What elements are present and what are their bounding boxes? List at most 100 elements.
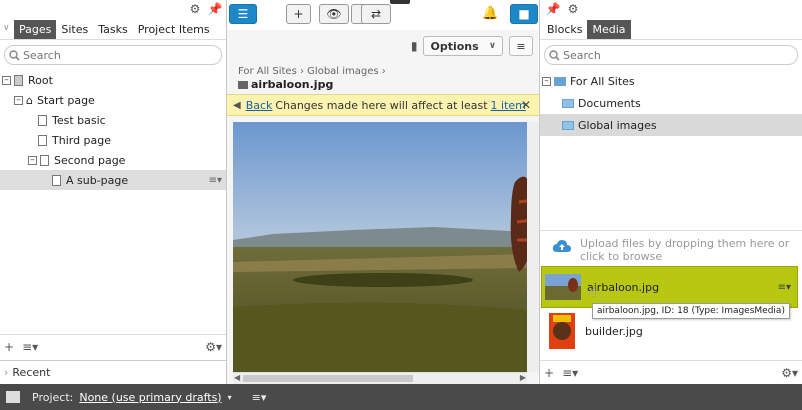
assets-pane-toggle-icon[interactable]: ■ [510, 4, 538, 24]
toolbar-notch [390, 0, 410, 4]
collapse-icon[interactable]: – [14, 95, 23, 105]
breadcrumb-item[interactable]: Global images [307, 66, 378, 77]
folder-documents[interactable]: Documents [540, 92, 802, 114]
folder-icon [562, 98, 574, 108]
folder-label: For All Sites [570, 74, 635, 88]
project-selector[interactable]: None (use primary drafts) [79, 391, 221, 404]
chevron-down-icon[interactable]: ∨ [3, 23, 10, 33]
folder-label: Documents [578, 96, 641, 110]
cloud-upload-icon [552, 240, 571, 252]
tab-tasks[interactable]: Tasks [93, 20, 132, 39]
collapse-icon[interactable]: – [542, 76, 551, 86]
page-icon [38, 114, 47, 126]
pin-icon[interactable]: 📌 [544, 0, 562, 18]
comment-icon[interactable]: ▮ [411, 39, 418, 53]
scroll-left-icon[interactable]: ◀ [234, 373, 240, 382]
tree-item-a-sub-page[interactable]: A sub-page ≡▾ [0, 170, 226, 190]
close-icon[interactable]: ✕ [521, 98, 531, 112]
tab-project-items[interactable]: Project Items [133, 20, 215, 39]
search-icon [549, 49, 560, 61]
breadcrumb-separator: › [381, 66, 386, 77]
tree-item-label: Second page [54, 153, 126, 167]
right-pane-toolbar: 📌 ⚙ [540, 0, 802, 18]
notice-text: Changes made here will affect at least [275, 98, 488, 112]
scroll-right-icon[interactable]: ▶ [520, 373, 526, 382]
gear-icon[interactable]: ⚙ [186, 0, 204, 18]
context-menu-icon[interactable]: ≡▾ [209, 175, 222, 186]
builder-thumbnail [549, 313, 575, 349]
tree-item-label: Third page [52, 133, 112, 147]
tree-item-label: Test basic [52, 113, 106, 127]
left-pane-toolbar: ⚙ 📌 [0, 0, 226, 18]
navigation-pane-toggle-icon[interactable]: ☰ [229, 4, 257, 24]
shared-content-notice: ◀ Back Changes made here will affect at … [227, 94, 539, 116]
tree-item-start-page[interactable]: – ⌂ Start page [0, 90, 226, 110]
folder-label: Global images [578, 118, 657, 132]
settings-gear-icon[interactable]: ⚙▾ [781, 366, 798, 380]
folder-global-images[interactable]: Global images [540, 114, 802, 136]
tab-media[interactable]: Media [587, 20, 631, 39]
horizontal-scrollbar[interactable]: ◀ ▶ [233, 372, 527, 384]
notification-bell-icon[interactable]: 🔔 [482, 6, 498, 21]
tree-item-second-page[interactable]: – Second page [0, 150, 226, 170]
recent-gadget[interactable]: › Recent [0, 360, 226, 384]
project-menu-icon[interactable]: ≡▾ [252, 391, 267, 404]
gear-icon[interactable]: ⚙ [564, 0, 582, 18]
media-item-airbaloon[interactable]: airbaloon.jpg ≡▾ [541, 266, 798, 308]
folder-icon [562, 120, 574, 130]
upload-dropzone[interactable]: Upload files by dropping them here or cl… [540, 230, 802, 266]
tab-blocks[interactable]: Blocks [542, 20, 587, 39]
tab-sites[interactable]: Sites [56, 20, 93, 39]
content-actions: ▮ Options ∨ ≡ [411, 36, 533, 56]
media-item-builder[interactable]: builder.jpg [541, 310, 798, 352]
collapse-icon[interactable]: – [28, 155, 37, 165]
folder-icon [554, 76, 566, 86]
context-menu-icon[interactable]: ≡▾ [778, 282, 791, 293]
preview-eye-icon[interactable]: 👁 [319, 4, 349, 24]
tree-item-label: A sub-page [66, 173, 129, 187]
list-view-icon[interactable]: ≡ [509, 36, 533, 56]
recent-label: Recent [12, 366, 51, 379]
media-item-name: builder.jpg [585, 324, 643, 338]
assets-pane: 📌 ⚙ Blocks Media – For All Sites Documen… [540, 0, 802, 384]
add-icon[interactable]: + [286, 4, 311, 24]
back-link[interactable]: Back [246, 99, 273, 112]
content-title-text: airbaloon.jpg [251, 78, 334, 91]
horizontal-scroll-thumb[interactable] [243, 375, 413, 382]
page-icon [52, 174, 61, 186]
content-title: airbaloon.jpg [238, 78, 333, 91]
media-search-input[interactable] [563, 48, 743, 62]
add-icon[interactable]: + [4, 340, 14, 354]
options-button[interactable]: Options ∨ [423, 36, 503, 56]
tree-item-test-basic[interactable]: Test basic [0, 110, 226, 130]
chevron-down-icon[interactable]: ▾ [228, 393, 232, 402]
collapse-icon[interactable]: – [2, 75, 11, 85]
media-search-box [544, 45, 798, 65]
project-label: Project: [32, 390, 74, 404]
add-icon[interactable]: + [544, 366, 554, 380]
breadcrumb-item[interactable]: For All Sites [238, 66, 297, 77]
arrow-left-icon: ◀ [233, 99, 241, 111]
vertical-scrollbar[interactable] [527, 122, 539, 372]
media-folder-tree: – For All Sites Documents Global images [540, 70, 802, 136]
list-menu-icon[interactable]: ≡▾ [22, 340, 38, 354]
list-menu-icon[interactable]: ≡▾ [562, 366, 578, 380]
breadcrumb: For All Sites › Global images › [238, 66, 386, 77]
chevron-down-icon: ∨ [488, 41, 496, 51]
pin-icon[interactable]: 📌 [206, 0, 224, 18]
project-icon [6, 391, 20, 403]
project-status-bar: Project: None (use primary drafts) ▾ ≡▾ [0, 384, 802, 410]
image-icon [238, 80, 248, 89]
tree-item-label: Root [28, 73, 53, 87]
page-icon [40, 154, 49, 166]
tab-pages[interactable]: Pages [14, 20, 57, 39]
tree-item-root[interactable]: – Root [0, 70, 226, 90]
search-icon [9, 49, 20, 61]
page-search-input[interactable] [23, 48, 203, 62]
settings-gear-icon[interactable]: ⚙▾ [205, 340, 222, 354]
folder-for-all-sites[interactable]: – For All Sites [540, 70, 802, 92]
compare-icon[interactable]: ⇄ [361, 4, 391, 24]
page-tree-footer: + ≡▾ ⚙▾ [0, 334, 226, 358]
page-tree: – Root – ⌂ Start page Test basic Third p… [0, 70, 226, 190]
tree-item-third-page[interactable]: Third page [0, 130, 226, 150]
